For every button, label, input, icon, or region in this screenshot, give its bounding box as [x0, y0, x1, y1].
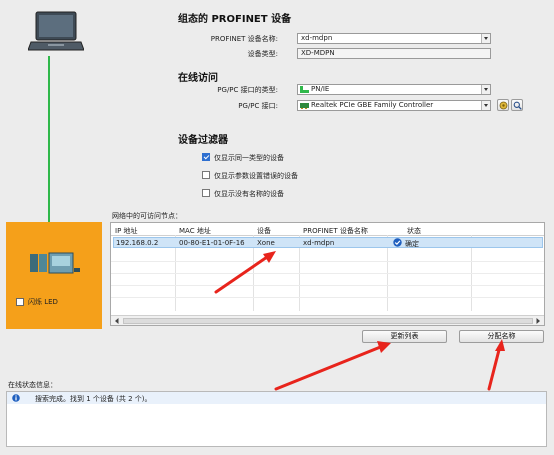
annotation-arrow-to-row	[214, 253, 272, 294]
annotation-arrow-to-refresh	[274, 344, 385, 391]
arrowhead-icon	[495, 339, 505, 351]
arrowhead-icon	[377, 341, 391, 353]
annotation-arrow-to-assign	[487, 344, 502, 391]
annotation-arrows	[214, 251, 505, 391]
